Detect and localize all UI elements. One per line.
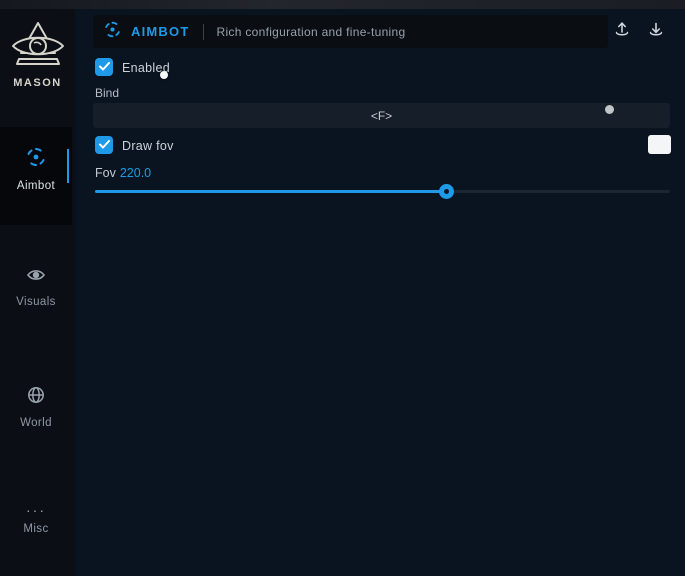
crosshair-icon bbox=[0, 147, 72, 172]
mouse-cursor-dot bbox=[160, 71, 168, 79]
brand-name: MASON bbox=[0, 77, 75, 89]
header-divider bbox=[203, 24, 204, 40]
draw-fov-checkbox[interactable] bbox=[95, 136, 113, 154]
fov-value: 220.0 bbox=[120, 166, 151, 180]
sidebar-item-label: World bbox=[20, 417, 52, 429]
window-top-strip bbox=[0, 0, 685, 9]
download-icon bbox=[648, 21, 664, 43]
sidebar-item-world[interactable]: World bbox=[0, 386, 72, 431]
sidebar-item-label: Misc bbox=[23, 523, 48, 535]
page-subtitle: Rich configuration and fine-tuning bbox=[216, 25, 405, 39]
page-header: AIMBOT Rich configuration and fine-tunin… bbox=[93, 15, 608, 48]
bind-label: Bind bbox=[95, 86, 119, 100]
download-config-button[interactable] bbox=[644, 20, 668, 44]
sidebar-item-visuals[interactable]: Visuals bbox=[0, 267, 72, 310]
app-window: MASON Aimbot bbox=[0, 0, 685, 576]
fov-color-swatch[interactable] bbox=[648, 135, 671, 154]
fov-slider-fill bbox=[95, 190, 446, 193]
enabled-checkbox[interactable] bbox=[95, 58, 113, 76]
draw-fov-label: Draw fov bbox=[122, 139, 174, 153]
upload-config-button[interactable] bbox=[610, 20, 634, 44]
eye-icon bbox=[0, 267, 72, 288]
checkmark-icon bbox=[99, 136, 110, 154]
sidebar-item-aimbot[interactable]: Aimbot bbox=[0, 147, 72, 194]
checkmark-icon bbox=[99, 58, 110, 76]
sidebar-item-misc[interactable]: ··· Misc bbox=[0, 505, 72, 537]
ellipsis-icon: ··· bbox=[0, 505, 72, 515]
secondary-cursor-dot bbox=[605, 105, 614, 114]
mason-pyramid-eye-logo-icon bbox=[0, 19, 75, 75]
bind-value: <F> bbox=[371, 109, 392, 123]
fov-slider-handle[interactable] bbox=[439, 184, 454, 199]
crosshair-icon bbox=[104, 21, 121, 43]
fov-slider[interactable] bbox=[95, 184, 670, 198]
sidebar-item-label: Visuals bbox=[16, 296, 56, 308]
upload-icon bbox=[614, 21, 630, 43]
sidebar-item-label: Aimbot bbox=[17, 180, 55, 192]
fov-readout: Fov 220.0 bbox=[95, 166, 151, 180]
bind-input[interactable]: <F> bbox=[93, 103, 670, 128]
sidebar: MASON Aimbot bbox=[0, 9, 75, 576]
fov-label: Fov bbox=[95, 166, 116, 180]
brand-block: MASON bbox=[0, 19, 75, 89]
page-title: AIMBOT bbox=[131, 24, 189, 39]
globe-icon bbox=[0, 386, 72, 409]
